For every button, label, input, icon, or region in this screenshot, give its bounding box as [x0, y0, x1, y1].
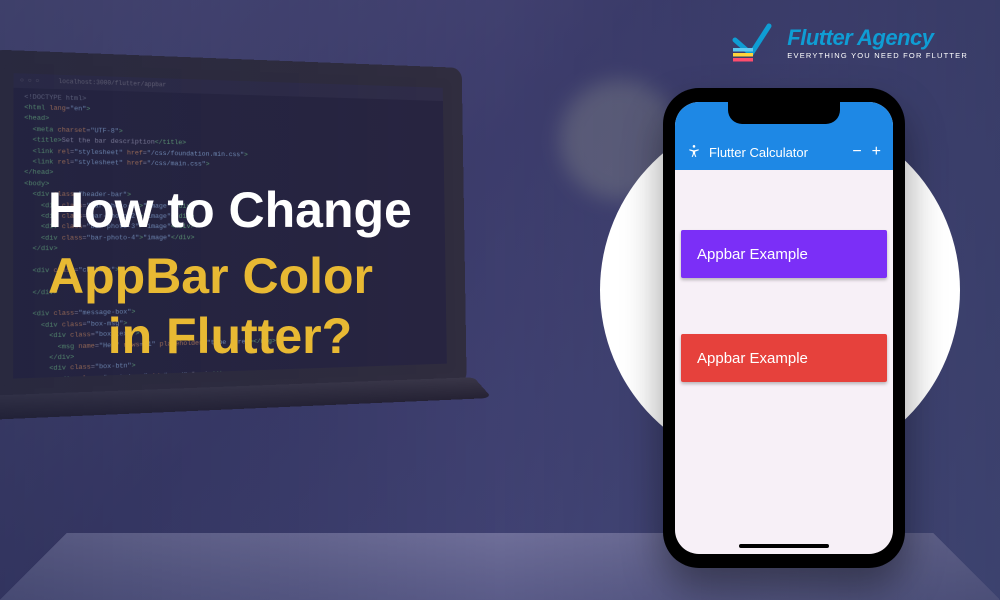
flutter-agency-logo-icon	[731, 20, 775, 64]
title-line-2: AppBar Color	[48, 246, 412, 306]
plus-icon: +	[872, 143, 881, 161]
example-label: Appbar Example	[697, 246, 808, 263]
brand-tagline: EVERYTHING YOU NEED FOR FLUTTER	[787, 51, 968, 60]
phone-app-bar: Flutter Calculator − +	[675, 134, 893, 170]
brand-logo-block: Flutter Agency EVERYTHING YOU NEED FOR F…	[731, 20, 968, 64]
brand-name: Flutter Agency	[787, 25, 968, 51]
title-line-1: How to Change	[48, 180, 412, 240]
appbar-example-purple: Appbar Example	[681, 230, 887, 278]
appbar-example-red: Appbar Example	[681, 334, 887, 382]
phone-notch	[728, 102, 840, 124]
example-label: Appbar Example	[697, 350, 808, 367]
home-indicator	[739, 544, 829, 548]
minus-icon: −	[852, 143, 861, 161]
phone-mockup: Flutter Calculator − + Appbar Example Ap…	[663, 88, 905, 568]
main-title: How to Change AppBar Color in Flutter?	[48, 180, 412, 366]
accessibility-icon	[687, 144, 701, 161]
title-line-3: in Flutter?	[48, 306, 412, 366]
appbar-title: Flutter Calculator	[709, 145, 808, 160]
